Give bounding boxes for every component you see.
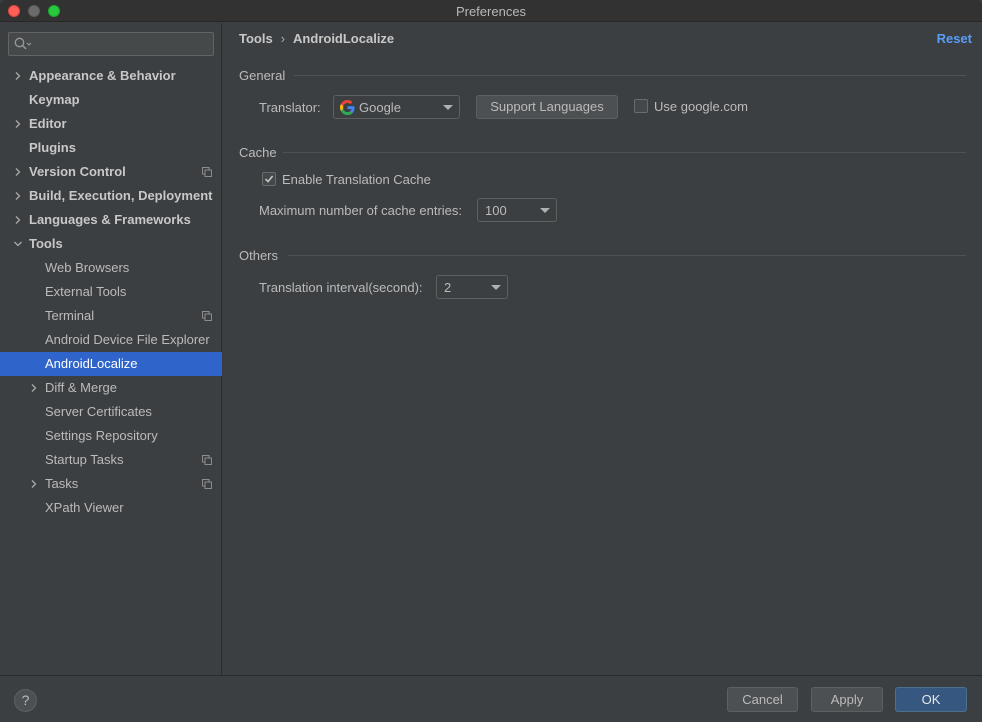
sidebar-item-settings-repository[interactable]: Settings Repository [0,424,222,448]
sidebar-item-diff-merge[interactable]: Diff & Merge [0,376,222,400]
sidebar-item-android-device-file-explorer[interactable]: Android Device File Explorer [0,328,222,352]
project-settings-icon [202,311,212,321]
chevron-right-icon[interactable] [14,216,22,224]
max-cache-entries-label: Maximum number of cache entries: [259,203,463,218]
check-icon [264,175,274,183]
google-logo-icon [340,100,355,115]
translator-value: Google [359,100,401,115]
sidebar-item-build-execution-deployment[interactable]: Build, Execution, Deployment [0,184,222,208]
general-group-title: General [239,68,286,83]
cancel-button[interactable]: Cancel [727,687,798,712]
sidebar-item-label: Diff & Merge [45,380,118,395]
translation-interval-combo[interactable]: 2 [436,275,508,299]
sidebar-item-server-certificates[interactable]: Server Certificates [0,400,222,424]
sidebar-item-label: Startup Tasks [45,452,124,467]
chevron-down-icon[interactable] [14,240,22,248]
settings-sidebar: Appearance & Behavior Keymap Editor Plugins… [0,23,222,675]
window-title: Preferences [455,4,527,19]
sidebar-item-label: Web Browsers [45,260,130,275]
chevron-right-icon[interactable] [14,192,22,200]
project-settings-icon [202,479,212,489]
others-divider [288,255,966,256]
sidebar-item-label: Android Device File Explorer [45,332,210,347]
settings-content: Tools › AndroidLocalize Reset General Tran… [223,23,982,675]
translation-interval-label: Translation interval(second): [259,280,423,295]
sidebar-item-web-browsers[interactable]: Web Browsers [0,256,222,280]
sidebar-item-xpath-viewer[interactable]: XPath Viewer [0,496,222,520]
chevron-down-icon [491,285,501,290]
sidebar-item-androidlocalize[interactable]: AndroidLocalize [0,352,222,376]
translation-interval-value: 2 [444,280,452,295]
sidebar-item-label: Version Control [29,164,126,179]
support-languages-button[interactable]: Support Languages [476,95,618,119]
enable-translation-cache-label[interactable]: Enable Translation Cache [282,172,431,187]
project-settings-icon [202,167,212,177]
sidebar-item-external-tools[interactable]: External Tools [0,280,222,304]
breadcrumb-current: AndroidLocalize [293,31,395,46]
help-button[interactable]: ? [14,689,37,712]
sidebar-item-version-control[interactable]: Version Control [0,160,222,184]
sidebar-item-label: XPath Viewer [45,500,124,515]
sidebar-item-tasks[interactable]: Tasks [0,472,222,496]
sidebar-item-appearance-behavior[interactable]: Appearance & Behavior [0,64,222,88]
settings-tree: Appearance & Behavior Keymap Editor Plugins… [0,64,222,520]
sidebar-item-editor[interactable]: Editor [0,112,222,136]
chevron-right-icon[interactable] [14,72,22,80]
settings-search-input[interactable] [8,32,214,56]
sidebar-item-label: Server Certificates [45,404,152,419]
sidebar-item-startup-tasks[interactable]: Startup Tasks [0,448,222,472]
sidebar-item-label: Tools [29,236,63,251]
sidebar-item-label: Appearance & Behavior [29,68,176,83]
chevron-right-icon[interactable] [30,384,38,392]
others-group-title: Others [239,248,279,263]
apply-button[interactable]: Apply [811,687,883,712]
ok-button[interactable]: OK [895,687,967,712]
project-settings-icon [202,455,212,465]
dialog-footer: ? Cancel Apply OK [0,675,982,722]
sidebar-item-label: AndroidLocalize [45,356,138,371]
sidebar-item-languages-frameworks[interactable]: Languages & Frameworks [0,208,222,232]
sidebar-item-label: Languages & Frameworks [29,212,191,227]
search-icon [14,37,32,50]
translator-label: Translator: [259,100,321,115]
reset-link[interactable]: Reset [937,31,972,46]
sidebar-item-label: Settings Repository [45,428,158,443]
breadcrumb-parent[interactable]: Tools [239,31,273,46]
sidebar-item-label: Terminal [45,308,95,323]
chevron-right-icon[interactable] [14,120,22,128]
sidebar-item-label: Keymap [29,92,80,107]
chevron-down-icon [443,105,453,110]
sidebar-item-label: Editor [29,116,67,131]
chevron-right-icon[interactable] [14,168,22,176]
sidebar-item-tools[interactable]: Tools [0,232,222,256]
chevron-right-icon[interactable] [30,480,38,488]
enable-translation-cache-checkbox[interactable] [262,172,276,186]
use-google-checkbox[interactable] [634,99,648,113]
sidebar-item-label: Plugins [29,140,76,155]
sidebar-item-label: Tasks [45,476,79,491]
use-google-label[interactable]: Use google.com [654,99,748,114]
max-cache-entries-value: 100 [485,203,507,218]
sidebar-item-label: External Tools [45,284,127,299]
sidebar-item-terminal[interactable]: Terminal [0,304,222,328]
sidebar-item-plugins[interactable]: Plugins [0,136,222,160]
preferences-window: Preferences Appearance & Behavior Keymap E… [0,0,982,722]
breadcrumb-separator: › [280,31,286,46]
chevron-down-icon [540,208,550,213]
sidebar-item-label: Build, Execution, Deployment [29,188,213,203]
general-divider [294,75,966,76]
cache-group-title: Cache [239,145,277,160]
breadcrumb: Tools › AndroidLocalize [239,31,394,46]
cache-divider [283,152,966,153]
translator-combo[interactable]: Google [333,95,460,119]
max-cache-entries-combo[interactable]: 100 [477,198,557,222]
sidebar-item-keymap[interactable]: Keymap [0,88,222,112]
title-bar: Preferences [0,0,982,22]
